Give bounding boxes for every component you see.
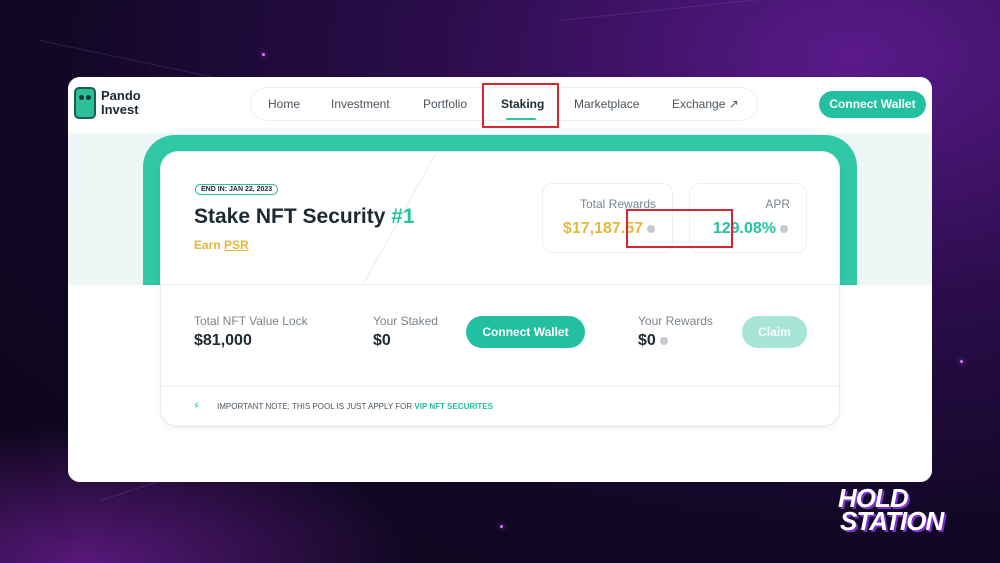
earn-prefix: Earn (194, 238, 221, 252)
nav-portfolio[interactable]: Portfolio (423, 88, 467, 120)
logo-text-line-2: Invest (101, 102, 139, 117)
staking-pool-card: END IN: JAN 22, 2023 Stake NFT Security … (160, 151, 840, 427)
nav-marketplace[interactable]: Marketplace (574, 88, 639, 120)
apr-highlight-box (626, 209, 733, 248)
your-staked-label: Your Staked (373, 314, 438, 328)
apr-label: APR (765, 197, 790, 211)
background-sparkle (262, 53, 265, 56)
your-staked-value: $0 (373, 332, 391, 349)
pool-title-text: Stake NFT Security (194, 205, 386, 228)
earn-token: Earn PSR (194, 238, 249, 252)
total-nft-label: Total NFT Value Lock (194, 314, 308, 328)
nav-home[interactable]: Home (268, 88, 300, 120)
info-icon[interactable] (780, 224, 788, 233)
total-nft-value: $81,000 (194, 332, 252, 349)
pando-invest-logo[interactable]: Pando Invest (74, 87, 141, 119)
your-rewards-amount: $0 (638, 332, 656, 349)
logo-text: Pando Invest (101, 89, 141, 117)
note-link[interactable]: VIP NFT SECURITES (414, 402, 493, 411)
note-text: IMPORTANT NOTE: THIS POOL IS JUST APPLY … (217, 402, 413, 411)
your-rewards-value: $0 (638, 332, 668, 350)
your-rewards-label: Your Rewards (638, 314, 713, 328)
logo-text-line-1: Pando (101, 88, 141, 103)
card-connect-wallet-button[interactable]: Connect Wallet (466, 316, 585, 348)
earn-token-link[interactable]: PSR (224, 238, 249, 252)
note-divider (161, 386, 839, 387)
top-navigation-bar: Pando Invest Home Investment Portfolio S… (68, 77, 932, 133)
nav-investment[interactable]: Investment (331, 88, 390, 120)
important-note: ⚡ IMPORTANT NOTE: THIS POOL IS JUST APPLY… (193, 401, 493, 412)
pool-title: Stake NFT Security #1 (194, 205, 415, 229)
app-window: Pando Invest Home Investment Portfolio S… (68, 77, 932, 482)
connect-wallet-button[interactable]: Connect Wallet (819, 91, 926, 118)
brand-line-2: STATION (840, 506, 944, 536)
background-line (560, 0, 939, 21)
robot-logo-icon (74, 87, 96, 119)
background-sparkle (500, 525, 503, 528)
staking-content: END IN: JAN 22, 2023 Stake NFT Security … (68, 133, 932, 482)
claim-button[interactable]: Claim (742, 316, 807, 348)
lightning-icon: ⚡ (193, 401, 201, 412)
nav-exchange[interactable]: Exchange ↗ (672, 88, 739, 120)
card-divider (161, 284, 839, 285)
info-icon[interactable] (659, 336, 668, 345)
holdstation-logo: HOLD STATION (838, 485, 950, 537)
pool-number: #1 (391, 205, 415, 228)
end-date-badge: END IN: JAN 22, 2023 (195, 184, 279, 195)
staking-highlight-box (482, 83, 559, 128)
background-sparkle (960, 360, 963, 363)
